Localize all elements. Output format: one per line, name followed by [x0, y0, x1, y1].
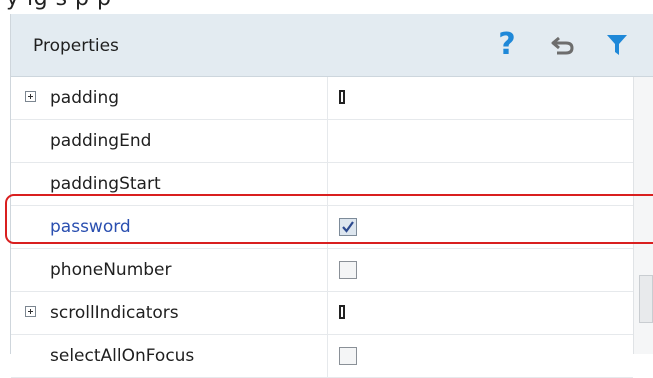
property-row-selectAllOnFocus[interactable]: selectAllOnFocus	[11, 335, 633, 378]
help-icon: ?	[498, 27, 516, 62]
help-button[interactable]: ?	[491, 27, 523, 63]
phoneNumber-checkbox[interactable]	[339, 261, 357, 279]
property-name: padding	[50, 88, 120, 108]
value-placeholder-icon[interactable]	[339, 305, 345, 319]
cropped-text-strip: y ig s p p	[0, 0, 653, 14]
cropped-text: y ig s p p	[6, 0, 111, 11]
filter-button[interactable]	[601, 27, 633, 63]
panel-title: Properties	[33, 36, 119, 56]
check-icon	[342, 221, 354, 233]
property-name: phoneNumber	[50, 260, 172, 280]
property-row-phoneNumber[interactable]: phoneNumber	[11, 249, 633, 292]
password-checkbox[interactable]	[339, 218, 357, 236]
property-row-paddingEnd[interactable]: paddingEnd	[11, 120, 633, 163]
property-grid: padding paddingEnd paddingStart password…	[11, 77, 633, 378]
scrollbar-thumb[interactable]	[639, 275, 653, 323]
undo-button[interactable]	[547, 27, 579, 63]
property-row-password[interactable]: password	[11, 206, 633, 249]
property-name: selectAllOnFocus	[50, 346, 195, 366]
undo-icon	[551, 36, 574, 55]
value-placeholder-icon[interactable]	[339, 90, 345, 104]
properties-header: Properties ?	[11, 14, 653, 77]
property-name: scrollIndicators	[50, 303, 179, 323]
vertical-scrollbar[interactable]	[633, 77, 653, 354]
property-name: paddingEnd	[50, 131, 152, 151]
filter-icon	[607, 35, 627, 55]
property-row-paddingStart[interactable]: paddingStart	[11, 163, 633, 206]
property-name: paddingStart	[50, 174, 161, 194]
selectAllOnFocus-checkbox[interactable]	[339, 347, 357, 365]
expand-icon[interactable]	[25, 306, 36, 317]
property-row-padding[interactable]: padding	[11, 77, 633, 120]
property-row-scrollIndicators[interactable]: scrollIndicators	[11, 292, 633, 335]
properties-panel: Properties ? padding paddingEnd paddingS…	[10, 14, 653, 378]
property-name: password	[50, 217, 131, 237]
expand-icon[interactable]	[25, 91, 36, 102]
